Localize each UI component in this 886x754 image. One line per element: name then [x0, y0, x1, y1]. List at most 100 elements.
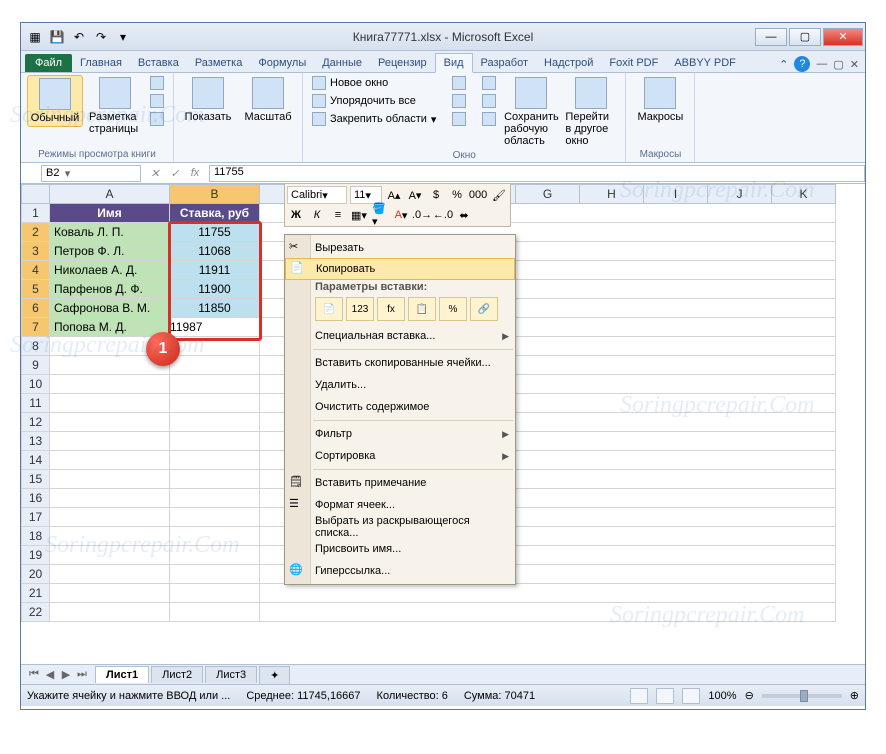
new-window-button[interactable]: Новое окно: [309, 75, 439, 91]
zoom-button[interactable]: Масштаб: [240, 75, 296, 125]
cell[interactable]: Попова М. Д.: [50, 318, 170, 337]
select-all-corner[interactable]: [22, 185, 50, 204]
col-header-H[interactable]: H: [580, 185, 644, 204]
reset-pos-button[interactable]: [479, 111, 499, 127]
row-header[interactable]: 12: [22, 413, 50, 432]
zoom-slider[interactable]: [762, 694, 842, 698]
view-fullscreen-button[interactable]: [147, 111, 167, 127]
hide-button[interactable]: [449, 93, 469, 109]
col-header-I[interactable]: I: [644, 185, 708, 204]
row-header[interactable]: 22: [22, 603, 50, 622]
paste-opt-values[interactable]: 123: [346, 297, 374, 321]
zoom-out-icon[interactable]: ⊖: [745, 689, 754, 702]
accept-formula-icon[interactable]: ✓: [167, 167, 183, 180]
sheet-tab-2[interactable]: Лист2: [151, 666, 203, 683]
tab-view[interactable]: Вид: [435, 53, 473, 73]
merge-icon[interactable]: ⬌: [455, 206, 473, 224]
row-header[interactable]: 20: [22, 565, 50, 584]
qa-dropdown-icon[interactable]: ▾: [115, 29, 131, 45]
italic-icon[interactable]: К: [308, 206, 326, 224]
save-icon[interactable]: 💾: [49, 29, 65, 45]
view-break-btn[interactable]: [682, 688, 700, 704]
cell[interactable]: 11987: [170, 318, 260, 337]
view-pagebreak-button[interactable]: [147, 75, 167, 91]
cell[interactable]: 11911: [170, 261, 260, 280]
row-header[interactable]: 3: [22, 242, 50, 261]
cm-format-cells[interactable]: ☰Формат ячеек...: [285, 494, 515, 516]
doc-minimize-icon[interactable]: —: [816, 58, 827, 70]
tab-abbyy[interactable]: ABBYY PDF: [666, 54, 744, 72]
accounting-format-icon[interactable]: $: [427, 186, 445, 204]
row-header[interactable]: 11: [22, 394, 50, 413]
col-header-G[interactable]: G: [516, 185, 580, 204]
row-header[interactable]: 21: [22, 584, 50, 603]
row-header[interactable]: 1: [22, 204, 50, 223]
macros-button[interactable]: Макросы: [632, 75, 688, 125]
cell[interactable]: Коваль Л. П.: [50, 223, 170, 242]
maximize-button[interactable]: ▢: [789, 28, 821, 46]
freeze-button[interactable]: Закрепить области ▾: [309, 111, 439, 127]
cm-filter[interactable]: Фильтр▶: [285, 423, 515, 445]
cell[interactable]: 11755: [170, 223, 260, 242]
cm-hyperlink[interactable]: 🌐Гиперссылка...: [285, 560, 515, 582]
name-box[interactable]: B2 ▾: [41, 165, 141, 182]
cell[interactable]: 11900: [170, 280, 260, 299]
split-button[interactable]: [449, 75, 469, 91]
cm-copy[interactable]: 📄Копировать: [285, 258, 515, 280]
switch-window-button[interactable]: Перейти в другое окно: [563, 75, 619, 149]
format-painter-icon[interactable]: 🖌: [490, 186, 508, 204]
tab-addins[interactable]: Надстрой: [536, 54, 601, 72]
border-icon[interactable]: ▦▾: [350, 206, 368, 224]
col-header-B[interactable]: B: [170, 185, 260, 204]
view-page-layout-button[interactable]: Разметка страницы: [87, 75, 143, 137]
minimize-button[interactable]: —: [755, 28, 787, 46]
row-header[interactable]: 4: [22, 261, 50, 280]
new-sheet-button[interactable]: ✦: [259, 666, 290, 684]
redo-icon[interactable]: ↷: [93, 29, 109, 45]
cell[interactable]: Николаев А. Д.: [50, 261, 170, 280]
header-rate[interactable]: Ставка, руб: [170, 204, 260, 223]
sheet-tab-1[interactable]: Лист1: [95, 666, 149, 683]
paste-opt-all[interactable]: 📄: [315, 297, 343, 321]
font-family-select[interactable]: Calibri ▾: [287, 186, 347, 204]
view-custom-button[interactable]: [147, 93, 167, 109]
row-header[interactable]: 9: [22, 356, 50, 375]
doc-close-icon[interactable]: ✕: [850, 58, 859, 71]
paste-opt-link[interactable]: 🔗: [470, 297, 498, 321]
row-header[interactable]: 18: [22, 527, 50, 546]
cm-pick-list[interactable]: Выбрать из раскрывающегося списка...: [285, 516, 515, 538]
zoom-thumb[interactable]: [800, 690, 808, 702]
zoom-in-icon[interactable]: ⊕: [850, 689, 859, 702]
cell[interactable]: Петров Ф. Л.: [50, 242, 170, 261]
row-header[interactable]: 14: [22, 451, 50, 470]
cm-clear[interactable]: Очистить содержимое: [285, 396, 515, 418]
paste-opt-transpose[interactable]: 📋: [408, 297, 436, 321]
paste-opt-formatting[interactable]: %: [439, 297, 467, 321]
percent-format-icon[interactable]: %: [448, 186, 466, 204]
cell[interactable]: Парфенов Д. Ф.: [50, 280, 170, 299]
view-layout-btn[interactable]: [656, 688, 674, 704]
cm-insert-copied[interactable]: Вставить скопированные ячейки...: [285, 352, 515, 374]
header-name[interactable]: Имя: [50, 204, 170, 223]
show-button[interactable]: Показать: [180, 75, 236, 125]
tab-foxit[interactable]: Foxit PDF: [601, 54, 666, 72]
help-icon[interactable]: ?: [794, 56, 810, 72]
cm-paste-special[interactable]: Специальная вставка...▶: [285, 325, 515, 347]
decrease-decimal-icon[interactable]: ←.0: [434, 206, 452, 224]
arrange-button[interactable]: Упорядочить все: [309, 93, 439, 109]
tab-formulas[interactable]: Формулы: [250, 54, 314, 72]
col-header-K[interactable]: K: [772, 185, 836, 204]
save-workspace-button[interactable]: Сохранить рабочую область: [503, 75, 559, 149]
cell[interactable]: Сафронова В. М.: [50, 299, 170, 318]
tab-review[interactable]: Рецензир: [370, 54, 435, 72]
cm-sort[interactable]: Сортировка▶: [285, 445, 515, 467]
col-header-A[interactable]: A: [50, 185, 170, 204]
increase-decimal-icon[interactable]: .0→: [413, 206, 431, 224]
formula-input[interactable]: 11755: [209, 165, 865, 182]
row-header[interactable]: 13: [22, 432, 50, 451]
cm-cut[interactable]: ✂Вырезать: [285, 237, 515, 259]
fx-icon[interactable]: fx: [187, 167, 203, 180]
row-header[interactable]: 19: [22, 546, 50, 565]
row-header[interactable]: 6: [22, 299, 50, 318]
sync-scroll-button[interactable]: [479, 93, 499, 109]
